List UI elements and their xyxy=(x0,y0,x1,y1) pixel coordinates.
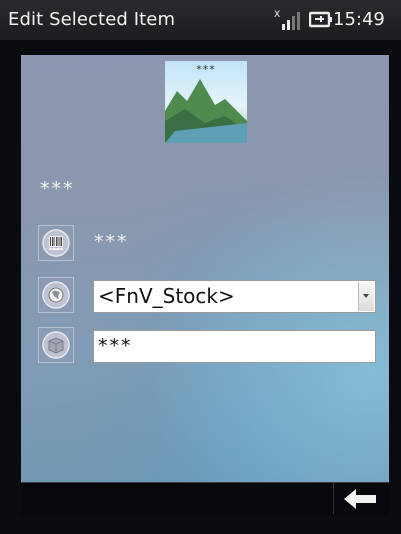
svg-text:X: X xyxy=(274,10,280,20)
stock-location-value: <FnV_Stock> xyxy=(98,284,235,308)
barcode-value: *** xyxy=(94,231,129,253)
chevron-down-icon[interactable] xyxy=(358,282,374,311)
page-title: Edit Selected Item xyxy=(8,9,176,30)
quantity-value: *** xyxy=(98,335,133,357)
clock: 15:49 xyxy=(333,9,385,30)
box-icon xyxy=(38,327,74,363)
quantity-input[interactable]: *** xyxy=(93,330,376,363)
stock-location-select[interactable]: <FnV_Stock> xyxy=(93,280,376,313)
barcode-icon xyxy=(38,225,74,261)
status-bar: Edit Selected Item X 15:49 xyxy=(0,0,401,40)
menu-bar xyxy=(21,482,389,515)
item-name: *** xyxy=(40,178,75,200)
no-signal-icon: X xyxy=(274,8,304,32)
back-button[interactable] xyxy=(333,483,388,514)
item-picture[interactable]: *** xyxy=(165,61,247,143)
location-icon xyxy=(38,277,74,313)
edit-item-panel: *** *** *** <FnV_Stock> *** xyxy=(21,55,389,482)
picture-caption: *** xyxy=(196,63,216,76)
back-arrow-icon xyxy=(344,489,376,509)
